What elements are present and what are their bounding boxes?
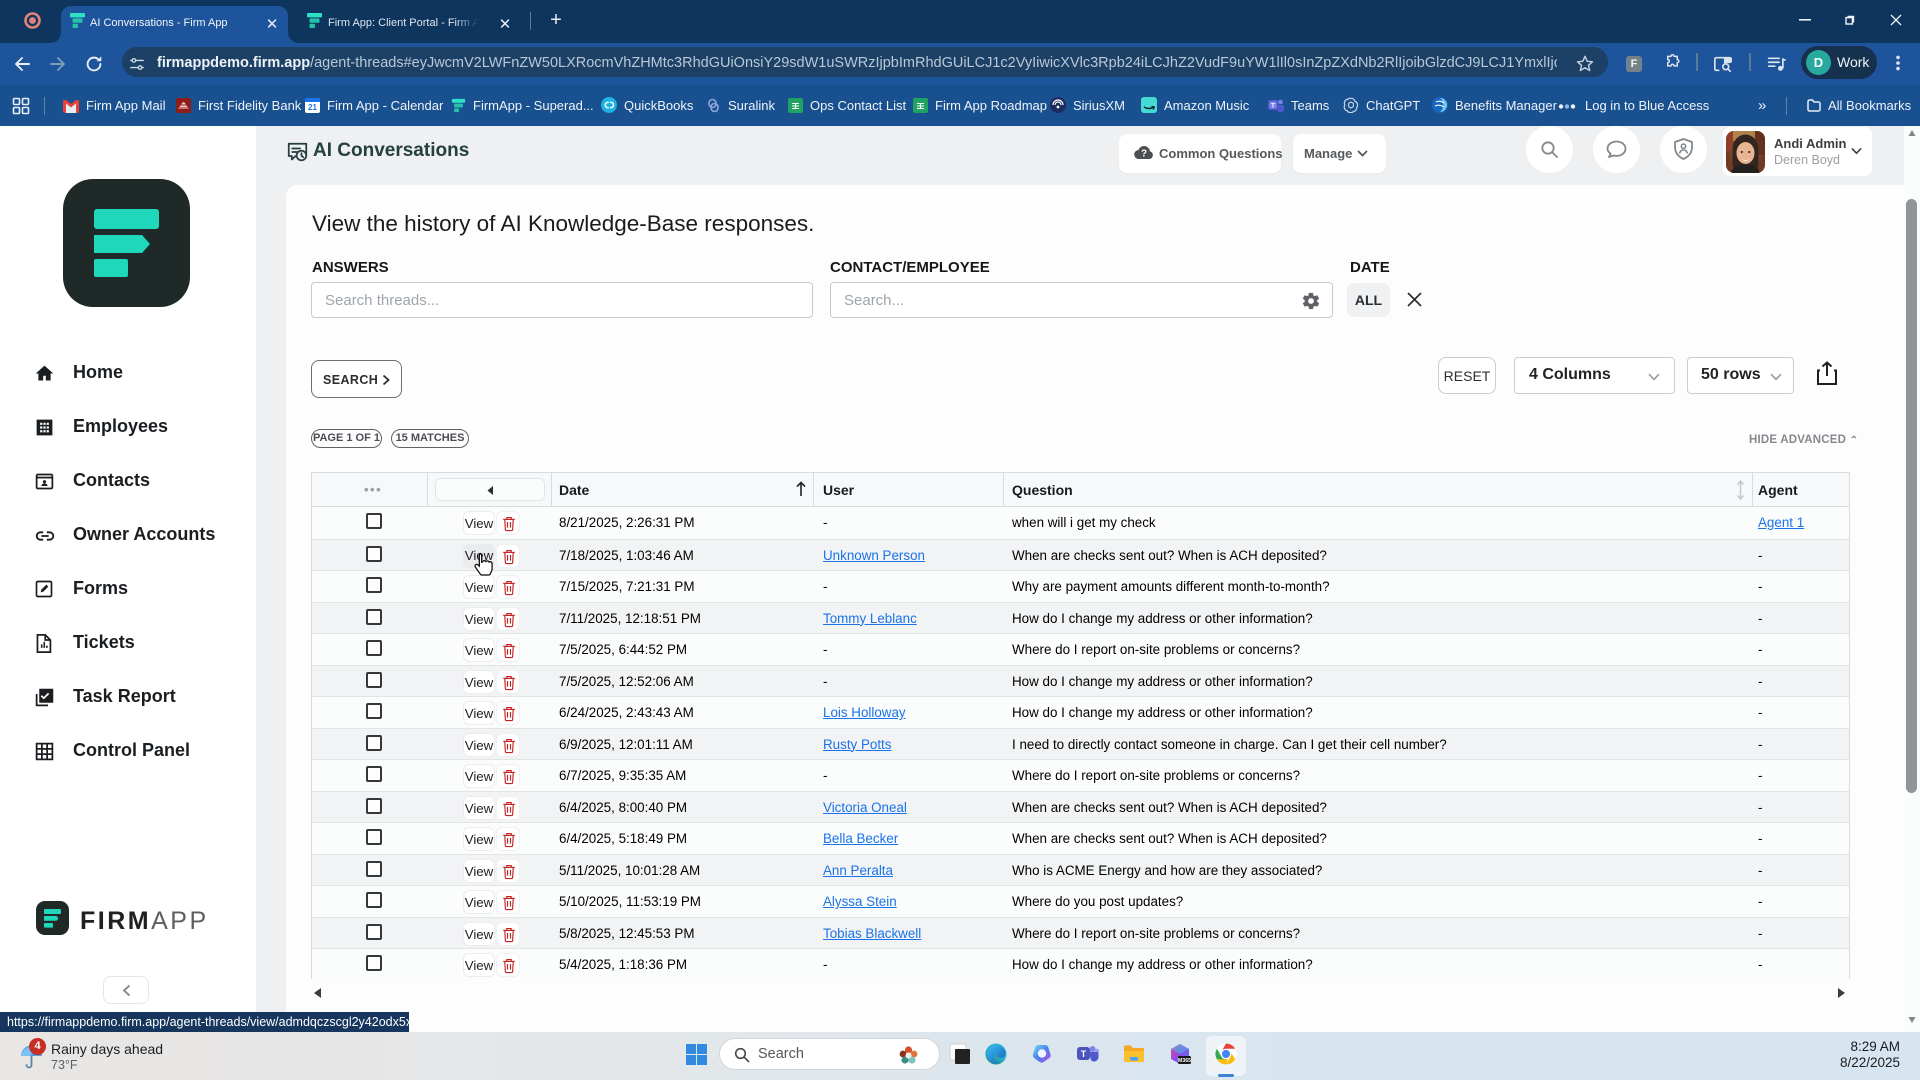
svg-text:M365: M365 bbox=[1178, 1058, 1191, 1064]
svg-text:21: 21 bbox=[308, 103, 317, 112]
svg-text:?: ? bbox=[1141, 149, 1147, 160]
svg-text:T: T bbox=[1271, 103, 1275, 110]
svg-text:T: T bbox=[1081, 1049, 1087, 1059]
